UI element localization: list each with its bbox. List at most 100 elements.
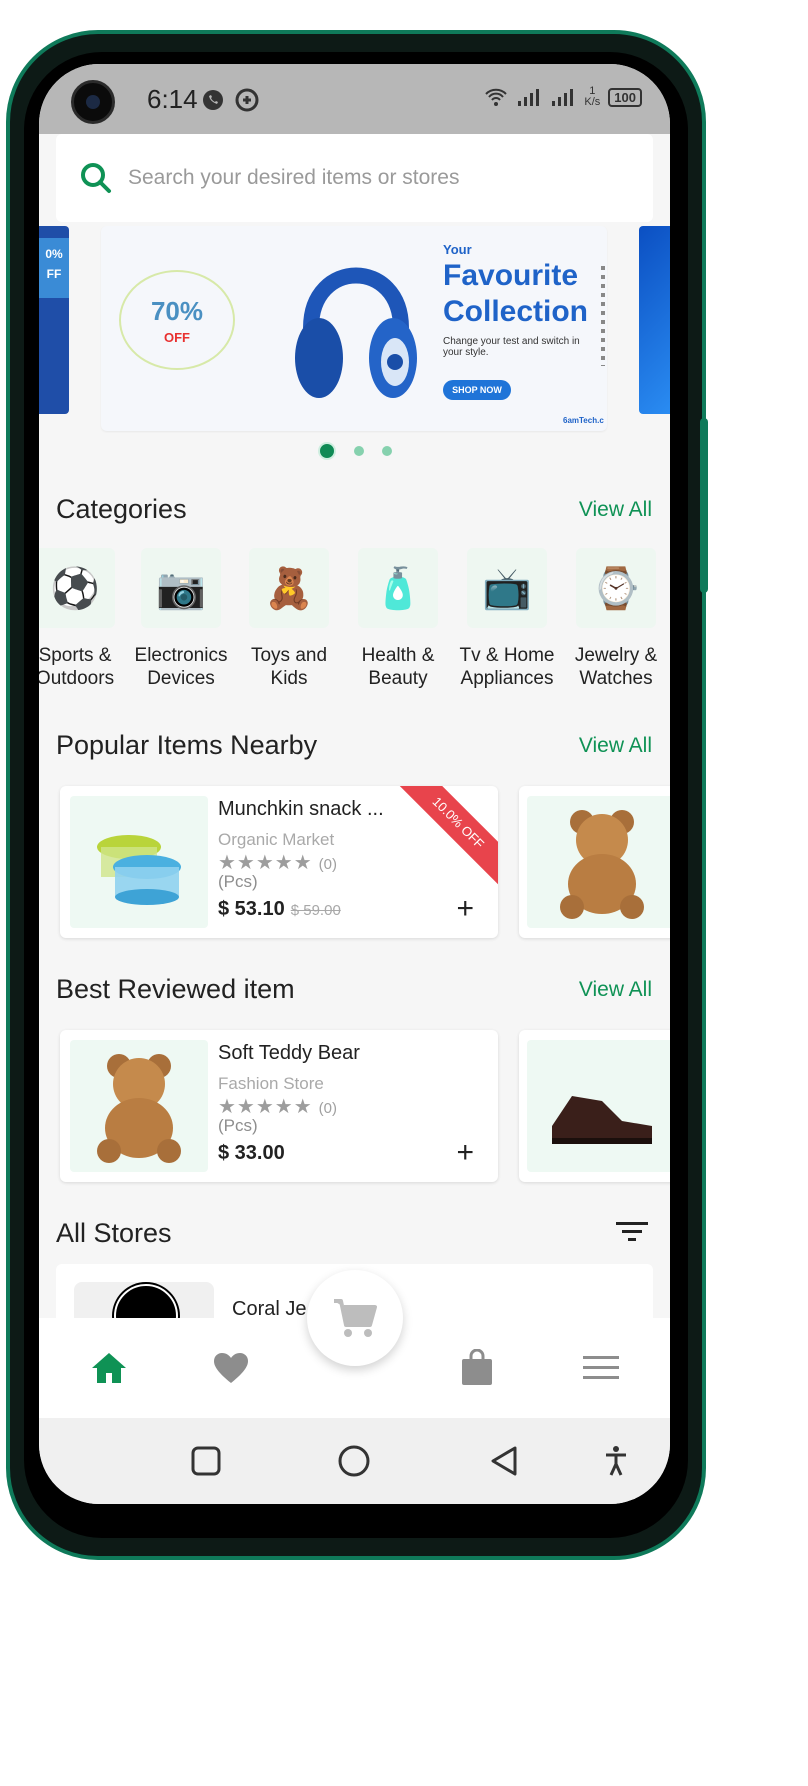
pager-dot[interactable] [353,446,364,456]
product-price: $ 33.00 [218,1142,285,1164]
category-label: Toys and Kids [250,645,328,689]
tv-icon: 📺 [467,548,547,628]
toys-icon: 🧸 [249,548,329,628]
categories-view-all[interactable]: View All [579,498,652,522]
popular-item-card[interactable]: Munchkin snack ... Organic Market ★★★★★(… [60,786,498,938]
banner-headline-line2: Collection [443,295,589,328]
menu-icon [583,1356,619,1379]
category-health[interactable]: 🧴 Health & Beauty [346,548,450,690]
best-reviewed-card[interactable]: Soft Teddy Bear Fashion Store ★★★★★ (0) (… [60,1030,498,1182]
banner-peek-right[interactable] [639,226,670,414]
back-icon[interactable] [487,1444,521,1478]
battery-indicator: 100 [608,87,642,107]
categories-title: Categories [56,494,187,524]
category-electronics[interactable]: 📷 Electronics Devices [129,548,233,690]
category-sports[interactable]: ⚽ Sports & Outdoors [39,548,127,690]
banner-brand: 6amTech.c [563,416,604,425]
shop-now-button[interactable]: SHOP NOW [443,380,511,400]
product-name: Soft Teddy Bear [218,1042,360,1064]
store-name: Organic Market [218,830,335,849]
status-right: 1 K/s 100 [484,86,642,108]
electronics-icon: 📷 [141,548,221,628]
cart-icon [334,1299,377,1337]
add-to-cart-icon[interactable]: + [456,1136,474,1170]
popular-title: Popular Items Nearby [56,730,318,760]
banner-discount-value: 70% [150,296,204,326]
nav-home[interactable] [89,1348,129,1388]
sports-icon: ⚽ [39,548,115,628]
category-label: Jewelry & Watches [574,645,658,689]
rating-count: (0) [318,856,337,873]
banner-carousel[interactable]: 0% FF 70% OFF Your Favourite Collection C… [39,226,670,436]
search-placeholder: Search your desired items or stores [128,166,460,189]
popular-item-card-next[interactable] [519,786,670,938]
nav-favorites[interactable] [211,1348,251,1388]
category-label: Tv & Home Appliances [459,645,555,689]
filter-icon[interactable] [616,1220,648,1244]
banner-subtitle: Change your test and switch in your styl… [443,336,580,358]
snack-cup-image [70,796,208,928]
best-reviewed-view-all[interactable]: View All [579,978,652,1002]
best-reviewed-card-next[interactable] [519,1030,670,1182]
banner-kicker: Your [443,242,472,257]
banner-peek-discount: 0% FF [39,238,69,298]
home-system-icon[interactable] [337,1444,371,1478]
cart-button[interactable] [307,1270,403,1366]
category-label: Electronics Devices [134,645,228,689]
signal-icon [518,89,540,106]
jewelry-icon: ⌚ [576,548,656,628]
wifi-icon [485,88,508,106]
category-label: Sports & Outdoors [39,645,115,689]
add-to-cart-icon[interactable]: + [456,892,474,926]
banner-peek-off: FF [46,267,62,281]
product-name: Munchkin snack ... [218,798,384,820]
shoes-image [527,1040,670,1172]
recent-apps-icon[interactable] [189,1444,223,1478]
nav-menu[interactable] [581,1348,621,1388]
banner-discount-label: OFF [164,330,190,345]
shopping-bag-icon [462,1349,492,1385]
phone-screen: 6:14 1 K/s 100 Search your desired items… [39,64,670,1504]
category-tv[interactable]: 📺 Tv & Home Appliances [455,548,559,690]
all-stores-title: All Stores [56,1218,172,1248]
popular-view-all[interactable]: View All [579,734,652,758]
category-jewelry[interactable]: ⌚ Jewelry & Watches [564,548,668,690]
search-bar[interactable]: Search your desired items or stores [56,134,653,222]
pager-dot-active[interactable] [317,442,336,460]
home-icon [92,1353,126,1383]
phone-side-button [700,418,708,593]
system-nav-bar [39,1418,670,1504]
heart-icon [214,1353,248,1383]
old-price: $ 59.00 [290,902,341,919]
best-reviewed-title: Best Reviewed item [56,974,295,1004]
category-label: Health & Beauty [361,645,435,689]
product-unit: (Pcs) [218,872,258,891]
banner-slide[interactable]: 70% OFF Your Favourite Collection Change… [101,226,607,431]
signal-icon-2 [552,89,574,106]
nav-orders[interactable] [457,1348,497,1388]
banner-decoration-dots [601,266,605,366]
headphones-image [295,267,417,398]
search-icon [81,163,111,193]
store-name: Fashion Store [218,1074,324,1093]
rating-count: (0) [318,1100,337,1117]
banner-pager [39,442,670,460]
product-unit: (Pcs) [218,1116,258,1135]
discount-ring: 70% OFF [119,270,235,370]
categories-list: ⚽ Sports & Outdoors 📷 Electronics Device… [39,548,670,698]
banner-peek-left[interactable]: 0% FF [39,226,69,414]
status-bar: 6:14 1 K/s 100 [39,64,670,134]
banner-peek-pct: 0% [45,247,63,261]
network-speed: 1 K/s [584,85,601,108]
status-time: 6:14 [147,84,198,114]
accessibility-icon[interactable] [599,1444,633,1478]
pager-dot[interactable] [381,446,392,456]
product-price: $ 53.10 $ 59.00 [218,898,341,921]
current-price: $ 53.10 [218,898,285,920]
health-icon: 🧴 [358,548,438,628]
teddy-bear-image [70,1040,208,1172]
whatsapp-icon [203,90,223,110]
category-toys[interactable]: 🧸 Toys and Kids [237,548,341,690]
banner-headline: Favourite Collection [443,258,588,330]
front-camera [71,80,115,124]
